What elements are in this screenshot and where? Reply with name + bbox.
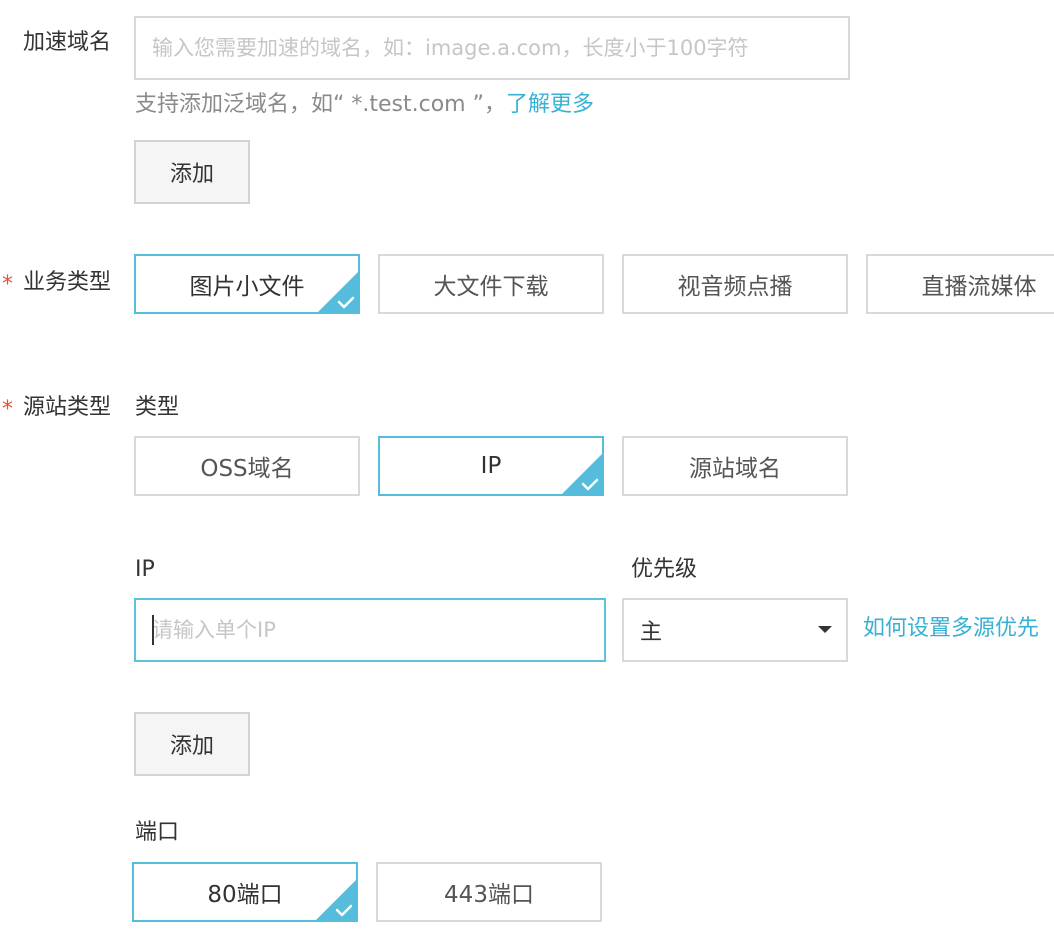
option-label: 源站域名 — [689, 456, 781, 482]
chevron-down-icon — [818, 626, 832, 633]
origin-type-label: 源站类型 — [23, 395, 112, 420]
business-option-live-streaming[interactable]: 直播流媒体 — [866, 254, 1054, 314]
domain-label: 加速域名 — [23, 30, 112, 55]
port-label: 端口 — [135, 820, 180, 845]
priority-select[interactable]: 主 — [622, 598, 848, 662]
ip-label: IP — [135, 557, 155, 582]
option-label: 大文件下载 — [433, 274, 549, 300]
option-label: 80端口 — [207, 882, 283, 908]
port-option-80[interactable]: 80端口 — [132, 862, 358, 922]
type-sub-label: 类型 — [135, 395, 180, 420]
domain-hint: 支持添加泛域名，如“ *.test.com ”， — [135, 92, 507, 117]
selected-check-icon — [318, 272, 358, 312]
add-ip-button[interactable]: 添加 — [134, 712, 250, 776]
origin-option-ip[interactable]: IP — [378, 436, 604, 496]
option-label: IP — [480, 453, 502, 479]
port-option-443[interactable]: 443端口 — [376, 862, 602, 922]
required-mark: * — [2, 397, 13, 422]
option-label: 图片小文件 — [189, 274, 305, 300]
learn-more-link[interactable]: 了解更多 — [506, 92, 594, 117]
domain-input[interactable] — [134, 16, 850, 80]
origin-option-oss-domain[interactable]: OSS域名 — [134, 436, 360, 496]
business-option-vod[interactable]: 视音频点播 — [622, 254, 848, 314]
text-cursor — [152, 615, 154, 645]
option-label: 视音频点播 — [677, 274, 793, 300]
business-option-image-small-file[interactable]: 图片小文件 — [134, 254, 360, 314]
priority-label: 优先级 — [631, 557, 698, 582]
option-label: 443端口 — [444, 882, 534, 908]
priority-selected-value: 主 — [640, 620, 663, 645]
origin-option-origin-domain[interactable]: 源站域名 — [622, 436, 848, 496]
add-domain-button[interactable]: 添加 — [134, 140, 250, 204]
business-type-label: 业务类型 — [23, 270, 112, 295]
business-option-large-file-download[interactable]: 大文件下载 — [378, 254, 604, 314]
option-label: OSS域名 — [200, 456, 294, 482]
domain-hint-row: 支持添加泛域名，如“ *.test.com ”，了解更多 — [135, 90, 594, 120]
option-label: 直播流媒体 — [921, 274, 1037, 300]
ip-input[interactable] — [134, 598, 606, 662]
selected-check-icon — [316, 880, 356, 920]
multi-origin-priority-help-link[interactable]: 如何设置多源优先 — [863, 614, 1039, 644]
selected-check-icon — [562, 454, 602, 494]
required-mark: * — [2, 272, 13, 297]
